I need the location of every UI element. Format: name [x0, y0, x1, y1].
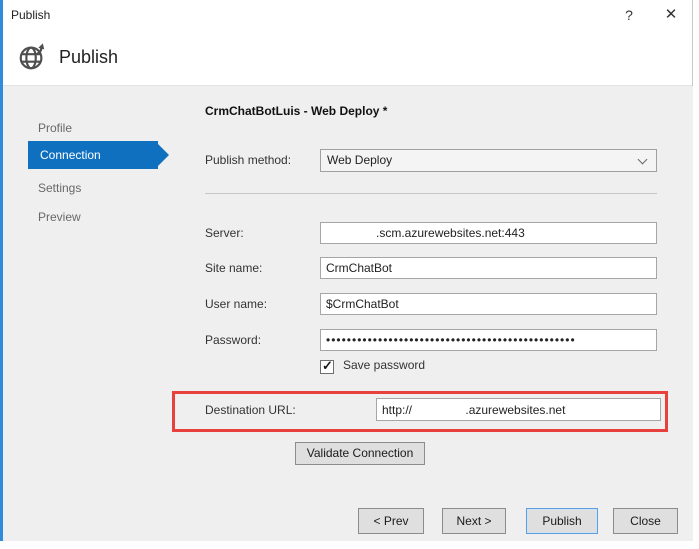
publish-method-label: Publish method:: [205, 149, 291, 171]
publish-dialog-window: Publish ? ✕ Publish: [0, 0, 699, 549]
destination-url-input[interactable]: [376, 398, 661, 421]
save-password-checkbox[interactable]: ✓: [320, 360, 334, 374]
help-icon: ?: [625, 7, 633, 23]
next-button[interactable]: Next >: [442, 508, 506, 534]
sidebar-item-label: Connection: [40, 141, 101, 169]
destination-url-label: Destination URL:: [205, 399, 296, 421]
chevron-down-icon: [638, 155, 648, 165]
page-title: Publish: [59, 30, 118, 85]
close-button[interactable]: ✕: [654, 0, 688, 30]
validate-connection-button[interactable]: Validate Connection: [295, 442, 425, 465]
sidebar-item-connection[interactable]: Connection: [28, 141, 158, 169]
sidebar-item-preview[interactable]: Preview: [38, 207, 81, 227]
publish-button[interactable]: Publish: [526, 508, 598, 534]
prev-button[interactable]: < Prev: [358, 508, 424, 534]
publish-method-value: Web Deploy: [327, 150, 392, 171]
dialog-body: Profile Connection Settings Preview CrmC…: [3, 86, 693, 541]
sidebar-item-profile[interactable]: Profile: [38, 118, 72, 138]
title-bar[interactable]: Publish ? ✕: [3, 0, 692, 30]
site-name-label: Site name:: [205, 257, 262, 279]
publish-dialog: Publish ? ✕ Publish: [3, 0, 693, 541]
sidebar-item-settings[interactable]: Settings: [38, 178, 81, 198]
save-password-label: Save password: [343, 358, 425, 372]
server-label: Server:: [205, 222, 244, 244]
password-label: Password:: [205, 329, 261, 351]
password-input[interactable]: [320, 329, 657, 351]
server-input[interactable]: [320, 222, 657, 244]
dialog-header: Publish: [3, 30, 692, 86]
close-icon: ✕: [665, 6, 678, 23]
profile-heading: CrmChatBotLuis - Web Deploy *: [205, 104, 387, 118]
user-name-input[interactable]: [320, 293, 657, 315]
help-button[interactable]: ?: [612, 0, 646, 30]
window-title: Publish: [11, 0, 50, 30]
close-dialog-button[interactable]: Close: [613, 508, 678, 534]
selected-item-arrow-icon: [158, 144, 169, 166]
user-name-label: User name:: [205, 293, 267, 315]
publish-method-dropdown[interactable]: Web Deploy: [320, 149, 657, 172]
check-icon: ✓: [322, 358, 333, 374]
publish-globe-icon: [17, 42, 47, 77]
section-divider: [205, 193, 657, 194]
site-name-input[interactable]: [320, 257, 657, 279]
